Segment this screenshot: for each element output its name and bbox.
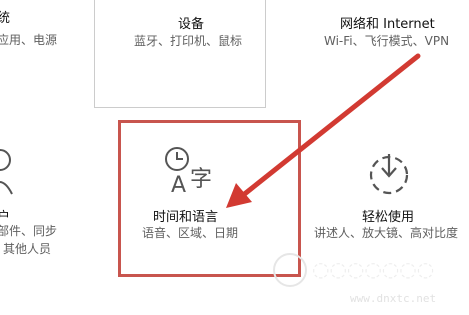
tile-time-language-desc: 语音、区域、日期 bbox=[142, 226, 239, 240]
tile-network-desc: Wi-Fi、飞行模式、VPN bbox=[324, 34, 450, 48]
ease-of-access-icon bbox=[366, 150, 412, 196]
tile-time-language-title: 时间和语言 bbox=[153, 210, 219, 225]
svg-text:字: 字 bbox=[190, 167, 212, 192]
tile-system-title[interactable]: 统 bbox=[0, 7, 10, 26]
time-language-icon: A 字 bbox=[160, 144, 220, 198]
svg-text:A: A bbox=[171, 173, 186, 196]
tile-devices-title: 设备 bbox=[178, 17, 205, 32]
person-icon bbox=[0, 146, 16, 196]
tile-accounts-desc-line1: 部件、同步 bbox=[0, 224, 58, 238]
watermark-url: www.dnxtc.net bbox=[350, 292, 437, 305]
tile-ease-title[interactable]: 轻松使用 bbox=[362, 206, 414, 225]
tile-ease-desc: 讲述人、放大镜、高对比度 bbox=[314, 226, 459, 240]
svg-text:◌◌◌◌◌◌◌: ◌◌◌◌◌◌◌ bbox=[312, 257, 434, 281]
tile-devices-desc: 蓝牙、打印机、鼠标 bbox=[134, 34, 243, 48]
tile-accounts-desc-line2: 其他人员 bbox=[3, 242, 52, 256]
tile-network-title[interactable]: 网络和 Internet bbox=[340, 13, 435, 32]
tile-system-desc: 应用、电源 bbox=[0, 33, 58, 47]
